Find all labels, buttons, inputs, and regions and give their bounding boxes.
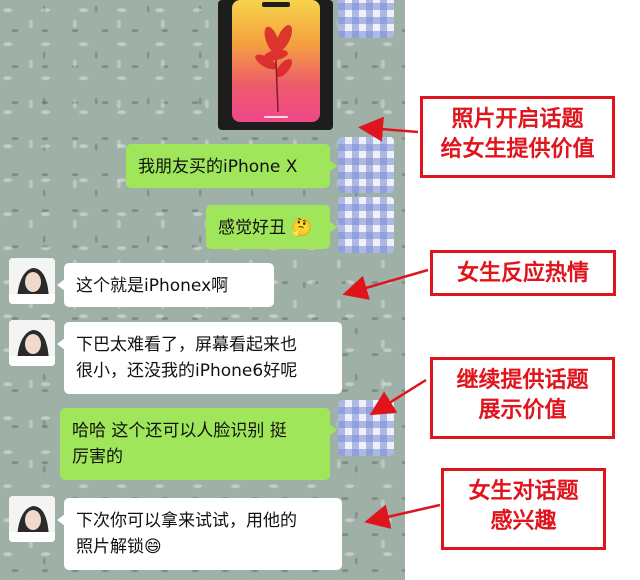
annotation-box: 女生对话题 感兴趣 bbox=[441, 468, 606, 550]
annotation-box: 照片开启话题 给女生提供价值 bbox=[420, 96, 615, 178]
arrow-icon bbox=[364, 503, 441, 529]
annotation-box: 女生反应热情 bbox=[430, 250, 616, 296]
annotation-text: 女生对话题 bbox=[468, 479, 579, 504]
annotation-text: 给女生提供价值 bbox=[440, 137, 595, 162]
annotation-text: 照片开启话题 bbox=[451, 107, 584, 132]
annotation-text: 展示价值 bbox=[478, 398, 567, 423]
arrow-icon bbox=[369, 378, 427, 416]
annotation-text: 女生反应热情 bbox=[456, 261, 589, 286]
arrow-icon bbox=[358, 116, 419, 142]
annotation-text: 感兴趣 bbox=[490, 509, 557, 534]
annotation-box: 继续提供话题 展示价值 bbox=[430, 357, 615, 439]
arrow-icon bbox=[342, 268, 429, 300]
annotation-text: 继续提供话题 bbox=[456, 368, 589, 393]
